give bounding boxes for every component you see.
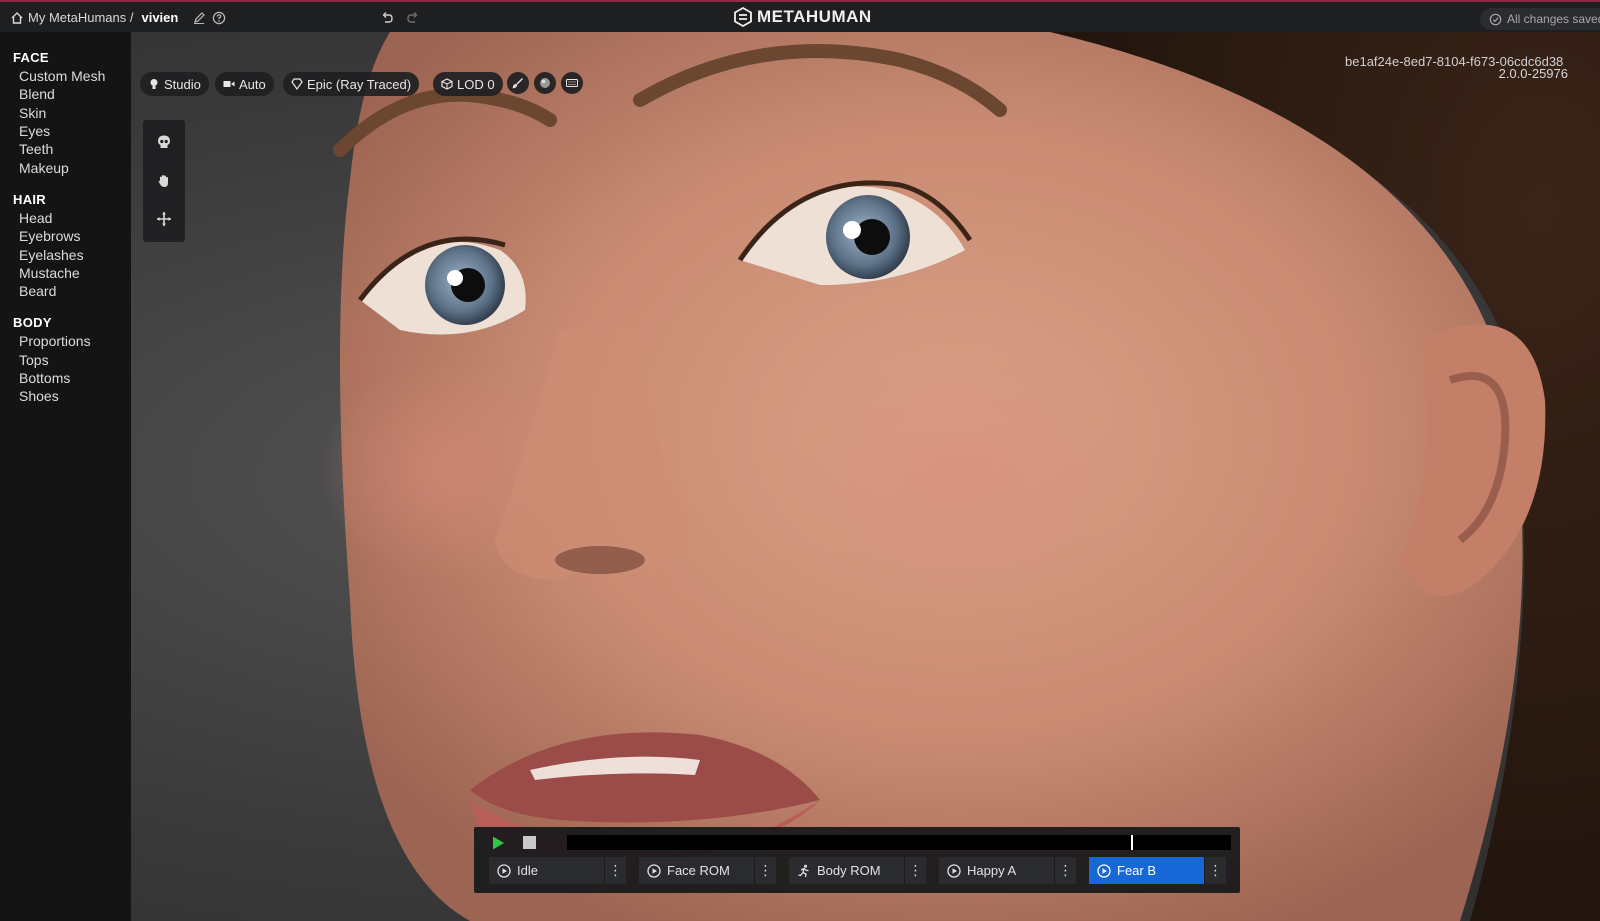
camera-label: Auto: [239, 76, 266, 92]
breadcrumb-root-link[interactable]: My MetaHumans /: [28, 10, 133, 25]
metahuman-logo-icon: [734, 7, 752, 27]
section-face-title: FACE: [13, 50, 49, 65]
animation-options-button[interactable]: ⋮: [754, 857, 776, 884]
sidebar-item-mustache[interactable]: Mustache: [19, 265, 80, 281]
camera-button[interactable]: Auto: [215, 72, 274, 96]
lighting-label: Studio: [164, 76, 201, 92]
animation-options-button[interactable]: ⋮: [1054, 857, 1076, 884]
character-viewport[interactable]: Studio Auto Epic (Ray Traced) LOD 0 2.0.…: [131, 32, 1600, 921]
animation-options-button[interactable]: ⋮: [904, 857, 926, 884]
animation-body-rom-button[interactable]: Body ROM ⋮: [789, 857, 926, 884]
play-circle-icon: [947, 863, 961, 878]
animation-label: Idle: [517, 863, 538, 878]
animation-options-button[interactable]: ⋮: [604, 857, 626, 884]
timeline-scrubber[interactable]: [567, 835, 1231, 850]
check-circle-icon: [1489, 13, 1502, 25]
sidebar-item-custom-mesh[interactable]: Custom Mesh: [19, 68, 105, 84]
edit-icon[interactable]: [192, 11, 206, 25]
lod-label: LOD 0: [457, 76, 495, 92]
gem-icon: [291, 78, 303, 90]
character-name: vivien: [141, 10, 179, 25]
sidebar-item-teeth[interactable]: Teeth: [19, 141, 53, 157]
metahuman-logo: METAHUMAN: [733, 7, 872, 27]
quality-button[interactable]: Epic (Ray Traced): [283, 72, 420, 96]
character-face-render: [320, 32, 1600, 921]
sidebar-item-eyes[interactable]: Eyes: [19, 123, 50, 139]
help-icon[interactable]: [212, 11, 226, 25]
hand-grab-icon[interactable]: [156, 173, 172, 189]
lighting-button[interactable]: Studio: [140, 72, 209, 96]
brush-button[interactable]: [507, 72, 529, 94]
animation-idle-button[interactable]: Idle ⋮: [489, 857, 626, 884]
breadcrumb: My MetaHumans / vivien: [10, 10, 226, 25]
move-arrows-icon[interactable]: [156, 211, 172, 227]
play-circle-icon: [497, 863, 511, 878]
play-circle-icon: [1097, 863, 1111, 878]
save-status: All changes saved: [1480, 8, 1600, 30]
top-bar: My MetaHumans / vivien METAHUMAN All cha…: [0, 0, 1600, 32]
sidebar-item-bottoms[interactable]: Bottoms: [19, 370, 70, 386]
animation-label: Happy A: [967, 863, 1017, 878]
sidebar-item-beard[interactable]: Beard: [19, 283, 56, 299]
sidebar-item-head[interactable]: Head: [19, 210, 52, 226]
sidebar-item-skin[interactable]: Skin: [19, 105, 46, 121]
running-figure-icon: [798, 864, 809, 877]
undo-icon[interactable]: [380, 11, 394, 25]
video-camera-icon: [223, 81, 235, 87]
sidebar-item-proportions[interactable]: Proportions: [19, 333, 91, 349]
sidebar-item-eyelashes[interactable]: Eyelashes: [19, 247, 84, 263]
cube-icon: [441, 78, 453, 90]
timeline-playhead[interactable]: [1131, 835, 1134, 850]
animation-label: Face ROM: [667, 863, 730, 878]
sidebar-item-shoes[interactable]: Shoes: [19, 388, 59, 404]
keyboard-button[interactable]: [561, 72, 583, 94]
section-body-title: BODY: [13, 315, 52, 330]
keyboard-icon: [566, 79, 578, 87]
redo-icon[interactable]: [406, 11, 420, 25]
section-hair-title: HAIR: [13, 192, 46, 207]
lod-button[interactable]: LOD 0: [433, 72, 503, 96]
home-icon[interactable]: [10, 11, 24, 25]
animation-player: Idle ⋮ Face ROM ⋮ Body ROM ⋮ Happy A ⋮ F…: [474, 827, 1240, 893]
animation-happy-a-button[interactable]: Happy A ⋮: [939, 857, 1076, 884]
animation-label: Body ROM: [817, 863, 881, 878]
viewport-tool-panel: [143, 120, 185, 242]
animation-label: Fear B: [1117, 863, 1157, 878]
stop-button[interactable]: [523, 836, 536, 849]
play-circle-icon: [647, 863, 661, 878]
sidebar-item-eyebrows[interactable]: Eyebrows: [19, 228, 80, 244]
quality-label: Epic (Ray Traced): [307, 76, 412, 92]
character-guid: be1af24e-8ed7-8104-f673-06cdc6d38: [1345, 54, 1564, 69]
sidebar-item-tops[interactable]: Tops: [19, 352, 49, 368]
animation-face-rom-button[interactable]: Face ROM ⋮: [639, 857, 776, 884]
sidebar: FACE Custom Mesh Blend Skin Eyes Teeth M…: [0, 32, 131, 921]
save-status-text: All changes saved: [1507, 12, 1600, 26]
material-button[interactable]: [534, 72, 556, 94]
sidebar-item-makeup[interactable]: Makeup: [19, 160, 69, 176]
skull-icon[interactable]: [156, 134, 172, 150]
animation-fear-b-button[interactable]: Fear B ⋮: [1089, 857, 1226, 884]
sidebar-item-blend[interactable]: Blend: [19, 86, 55, 102]
sphere-icon: [540, 78, 550, 88]
lightbulb-icon: [150, 79, 158, 89]
play-button[interactable]: [490, 835, 506, 851]
logo-text: METAHUMAN: [757, 7, 872, 26]
brush-icon: [512, 78, 523, 89]
animation-options-button[interactable]: ⋮: [1204, 857, 1226, 884]
